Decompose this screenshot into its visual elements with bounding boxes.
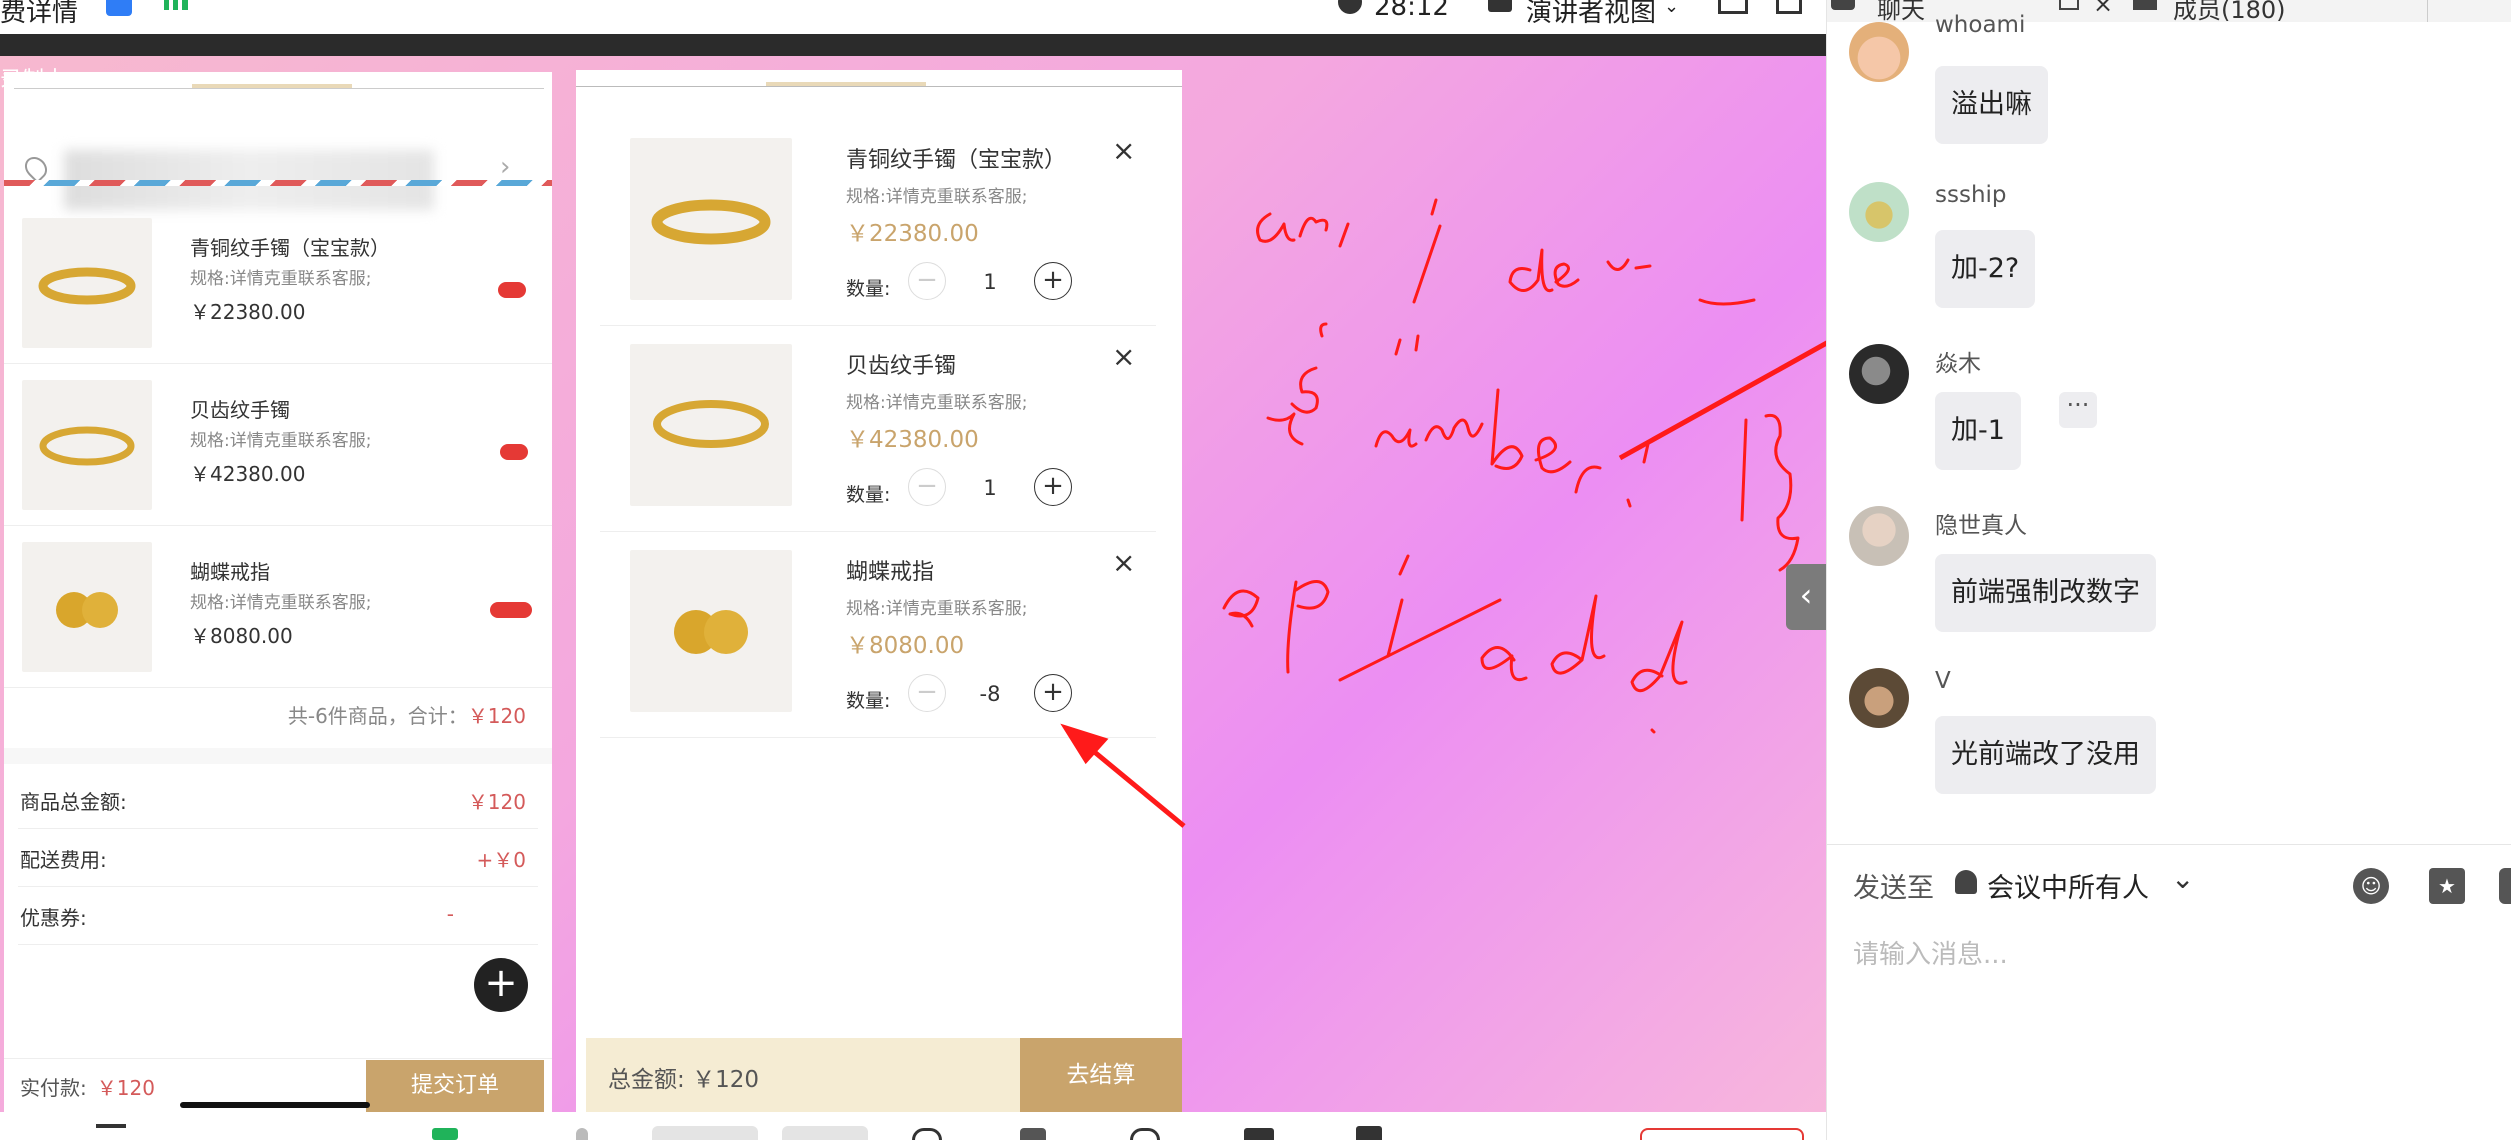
message-input[interactable]: 请输入消息... bbox=[1853, 934, 2008, 971]
send-target-select[interactable]: 会议中所有人 bbox=[1987, 866, 2149, 905]
avatar[interactable] bbox=[1849, 506, 1909, 566]
annotation-stroke bbox=[1222, 589, 1260, 628]
annotation-stroke bbox=[1286, 580, 1330, 674]
tab-chat[interactable]: 聊天 bbox=[1877, 0, 1925, 22]
send-to-label: 发送至 bbox=[1853, 873, 1934, 904]
annotation-stroke bbox=[1266, 412, 1304, 446]
message-username: whoami bbox=[1935, 12, 2026, 38]
participants-button[interactable] bbox=[652, 1126, 758, 1140]
annotation-stroke bbox=[1490, 388, 1524, 470]
message-bubble: 加-2? bbox=[1935, 230, 2036, 308]
leave-meeting-button[interactable] bbox=[1640, 1128, 1804, 1140]
composer-divider bbox=[1827, 844, 2511, 845]
mic-icon[interactable] bbox=[576, 1128, 588, 1140]
annotation-stroke bbox=[1650, 728, 1656, 734]
close-icon[interactable]: × bbox=[2093, 0, 2113, 18]
tab-members[interactable]: 成员(180) bbox=[2173, 0, 2286, 22]
meeting-toolbar bbox=[0, 1112, 1826, 1140]
message-username: ssship bbox=[1935, 182, 2007, 208]
avatar[interactable] bbox=[1849, 182, 1909, 242]
chat-panel: 聊天 × 成员(180) whoami 溢出嘛 ssship 加-2? 焱木 加… bbox=[1826, 0, 2511, 1140]
message-username: 焱木 bbox=[1935, 351, 1981, 377]
screen: 费详情 28:12 演讲者视图 ⌄ 录制中 › 青铜纹手镯（宝宝款） 规格:详情… bbox=[0, 0, 2511, 1140]
annotation-stroke bbox=[1740, 418, 1748, 522]
annotation-stroke bbox=[1606, 258, 1756, 306]
message-username: 隐世真人 bbox=[1935, 513, 2027, 539]
members-icon bbox=[2133, 0, 2157, 10]
annotation-stroke bbox=[1508, 248, 1554, 293]
annotation-stroke bbox=[1630, 620, 1688, 693]
share-icon[interactable] bbox=[432, 1128, 458, 1140]
hand-icon[interactable] bbox=[1020, 1128, 1046, 1140]
annotation-stroke bbox=[1256, 212, 1296, 243]
annotation-stroke bbox=[1290, 322, 1328, 414]
annotation-stroke bbox=[1424, 418, 1484, 442]
annotation-stroke bbox=[1338, 222, 1350, 248]
message-bubble: 光前端改了没用 bbox=[1935, 716, 2156, 794]
annotation-stroke bbox=[1412, 198, 1442, 304]
chat-button[interactable] bbox=[782, 1126, 868, 1140]
annotation-stroke bbox=[1338, 598, 1502, 682]
edit-icon[interactable] bbox=[96, 1124, 126, 1140]
annotation-stroke bbox=[1298, 216, 1329, 238]
emoji-icon[interactable]: ☺ bbox=[2353, 868, 2389, 904]
chevron-down-icon[interactable]: ⌄ bbox=[2171, 862, 2194, 895]
popout-icon[interactable] bbox=[2059, 0, 2079, 10]
apps-icon[interactable] bbox=[1244, 1128, 1274, 1140]
annotation-stroke bbox=[1480, 646, 1528, 682]
annotation-stroke bbox=[1764, 413, 1800, 572]
file-icon[interactable]: ★ bbox=[2429, 868, 2465, 904]
annotation-stroke bbox=[1394, 334, 1420, 356]
security-icon[interactable] bbox=[1356, 1126, 1382, 1140]
chat-message: 焱木 加-1 ··· bbox=[1849, 344, 2489, 474]
more-icon[interactable] bbox=[2499, 868, 2511, 904]
avatar[interactable] bbox=[1849, 668, 1909, 728]
more-actions-button[interactable]: ··· bbox=[2059, 392, 2097, 428]
annotation-stroke bbox=[1374, 428, 1418, 448]
message-bubble: 前端强制改数字 bbox=[1935, 554, 2156, 632]
annotation-layer bbox=[1060, 198, 1826, 828]
chat-message: ssship 加-2? bbox=[1849, 182, 2489, 312]
collapse-panel-button[interactable]: ‹ bbox=[1786, 564, 1826, 630]
annotation-stroke bbox=[1386, 554, 1410, 658]
chat-tabs: 聊天 × 成员(180) bbox=[1827, 0, 2511, 22]
tab-divider bbox=[2427, 0, 2428, 22]
annotation-stroke bbox=[1574, 465, 1602, 494]
message-bubble: 溢出嘛 bbox=[1935, 66, 2048, 144]
chat-message: V 光前端改了没用 bbox=[1849, 668, 2489, 798]
chat-icon bbox=[1831, 0, 1855, 10]
annotation-stroke bbox=[1553, 262, 1580, 288]
annotation-stroke bbox=[1534, 436, 1572, 474]
chat-message: 隐世真人 前端强制改数字 bbox=[1849, 506, 2489, 636]
avatar[interactable] bbox=[1849, 344, 1909, 404]
annotation-stroke bbox=[1550, 594, 1606, 675]
chat-message: whoami 溢出嘛 bbox=[1849, 12, 2489, 152]
person-icon bbox=[1955, 870, 1977, 894]
record-icon[interactable] bbox=[912, 1128, 942, 1140]
avatar[interactable] bbox=[1849, 22, 1909, 82]
arrow-to-chat bbox=[1618, 340, 1826, 461]
message-bubble: 加-1 bbox=[1935, 392, 2021, 470]
settings-icon[interactable] bbox=[1130, 1128, 1160, 1140]
message-username: V bbox=[1935, 668, 1951, 694]
